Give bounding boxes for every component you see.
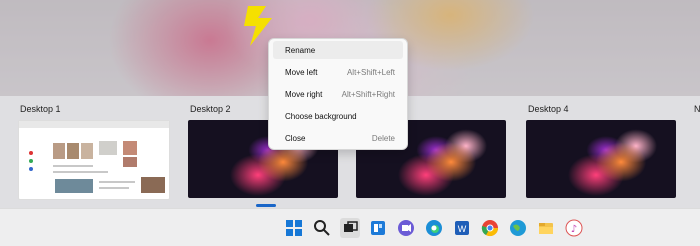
menu-item-shortcut: Alt+Shift+Left [346, 68, 395, 77]
menu-item-label: Move left [285, 68, 318, 77]
globe-icon[interactable] [508, 218, 528, 238]
itunes-icon[interactable]: ♪ [564, 218, 584, 238]
teams-chat-icon[interactable] [396, 218, 416, 238]
edge-icon[interactable] [424, 218, 444, 238]
menu-item-choose-background[interactable]: Choose background [273, 107, 403, 125]
taskbar: W ♪ [0, 208, 700, 246]
menu-item-close[interactable]: Close Delete [273, 129, 403, 147]
menu-item-shortcut: Delete [371, 134, 395, 143]
file-explorer-icon[interactable] [536, 218, 556, 238]
desktop-1-title: Desktop 1 [20, 104, 61, 114]
menu-item-label: Choose background [285, 112, 357, 121]
desktop-context-menu: Rename Move left Alt+Shift+Left Move rig… [268, 38, 408, 150]
chrome-icon[interactable] [480, 218, 500, 238]
windows-start-icon[interactable] [284, 218, 304, 238]
menu-item-shortcut: Alt+Shift+Right [341, 90, 395, 99]
svg-text:W: W [458, 224, 467, 234]
desktop-1-thumbnail[interactable] [18, 120, 170, 200]
word-icon[interactable]: W [452, 218, 472, 238]
desktop-2-title: Desktop 2 [190, 104, 231, 114]
widgets-icon[interactable] [368, 218, 388, 238]
menu-item-label: Rename [285, 46, 316, 55]
task-view-icon[interactable] [340, 218, 360, 238]
browser-bar [19, 121, 169, 128]
svg-text:♪: ♪ [571, 224, 577, 235]
menu-item-move-right[interactable]: Move right Alt+Shift+Right [273, 85, 403, 103]
active-desktop-indicator [256, 204, 276, 207]
search-icon[interactable] [312, 218, 332, 238]
desktop-4-thumbnail[interactable] [526, 120, 676, 198]
menu-item-move-left[interactable]: Move left Alt+Shift+Left [273, 63, 403, 81]
desktop-1[interactable]: Desktop 1 [14, 96, 174, 206]
desktop-4[interactable]: Desktop 4 [522, 96, 682, 206]
desktop-next-title: N [694, 104, 700, 114]
desktop-4-title: Desktop 4 [528, 104, 569, 114]
menu-item-label: Move right [285, 90, 323, 99]
menu-item-rename[interactable]: Rename [273, 41, 403, 59]
menu-item-label: Close [285, 134, 306, 143]
